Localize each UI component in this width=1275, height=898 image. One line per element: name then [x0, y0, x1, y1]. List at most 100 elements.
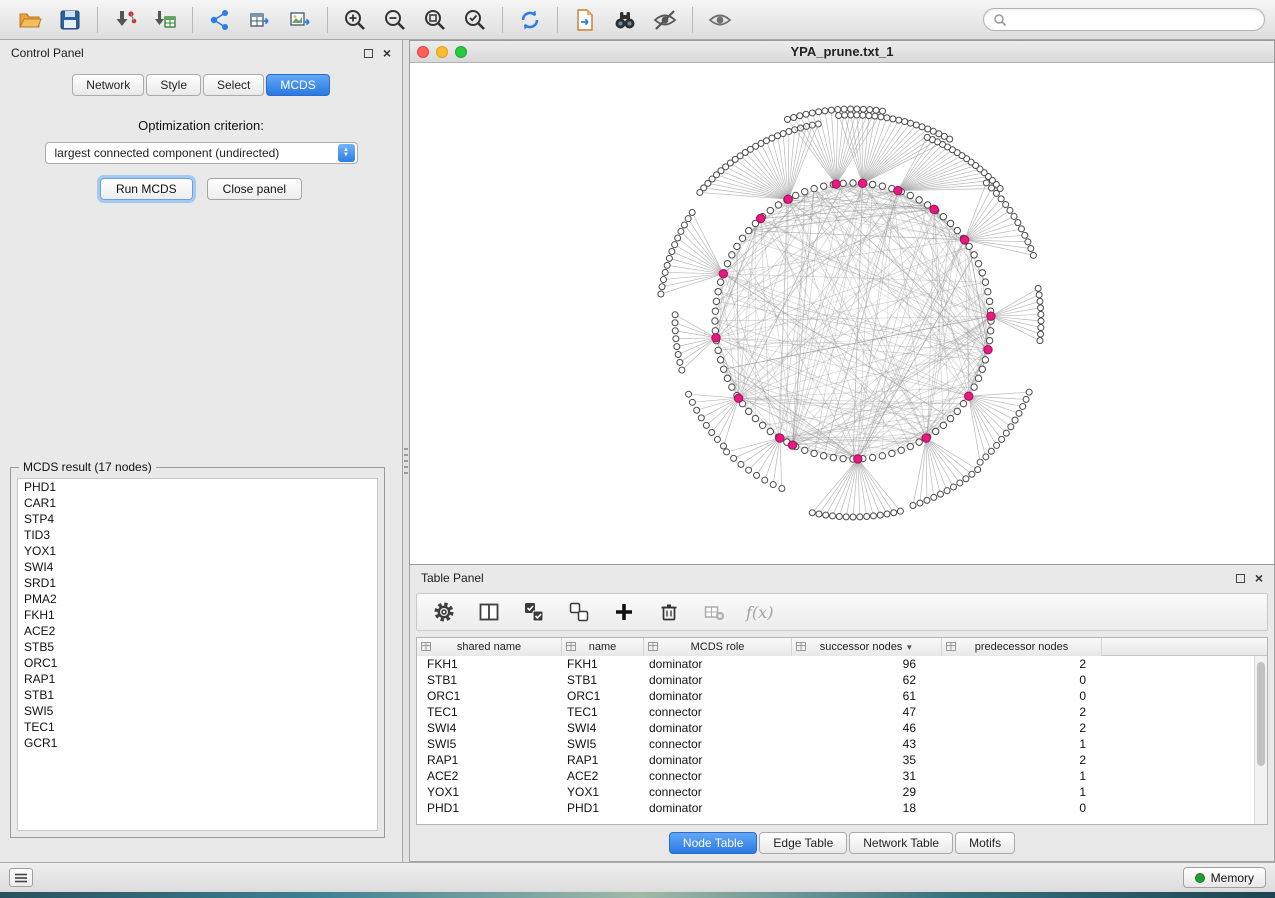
table-row[interactable]: PHD1PHD1dominator180: [417, 800, 1267, 816]
network-leaf-node[interactable]: [944, 488, 950, 494]
network-leaf-node[interactable]: [830, 513, 836, 519]
close-panel-button[interactable]: Close panel: [207, 178, 302, 200]
column-header-predecessor-nodes[interactable]: predecessor nodes: [942, 638, 1102, 656]
network-leaf-node[interactable]: [842, 112, 848, 118]
network-leaf-node[interactable]: [873, 107, 879, 113]
network-leaf-node[interactable]: [673, 336, 679, 342]
network-leaf-node[interactable]: [703, 422, 709, 428]
mcds-result-item[interactable]: STB1: [18, 687, 377, 703]
network-node[interactable]: [830, 454, 836, 460]
network-leaf-node[interactable]: [797, 113, 803, 119]
network-node[interactable]: [889, 450, 895, 456]
network-node[interactable]: [729, 384, 735, 390]
network-leaf-node[interactable]: [975, 467, 981, 473]
network-leaf-node[interactable]: [828, 107, 834, 113]
network-node[interactable]: [907, 192, 913, 198]
network-node[interactable]: [947, 415, 953, 421]
network-leaf-node[interactable]: [1018, 226, 1024, 232]
network-leaf-node[interactable]: [1035, 285, 1041, 291]
network-leaf-node[interactable]: [678, 228, 684, 234]
network-node[interactable]: [985, 288, 991, 294]
network-node[interactable]: [811, 185, 817, 191]
network-leaf-node[interactable]: [867, 107, 873, 113]
network-node[interactable]: [982, 357, 988, 363]
network-node[interactable]: [916, 197, 922, 203]
scrollbar-thumb[interactable]: [1257, 662, 1265, 766]
show-columns-button[interactable]: [476, 599, 502, 625]
network-node[interactable]: [724, 260, 730, 266]
network-leaf-node[interactable]: [672, 320, 678, 326]
mcds-result-item[interactable]: TEC1: [18, 719, 377, 735]
table-row[interactable]: FKH1FKH1dominator962: [417, 656, 1267, 672]
network-node[interactable]: [712, 318, 718, 324]
select-all-button[interactable]: [521, 599, 547, 625]
network-leaf-node[interactable]: [1003, 202, 1009, 208]
network-mcds-node[interactable]: [854, 455, 862, 463]
network-node[interactable]: [933, 428, 939, 434]
delete-column-button[interactable]: [656, 599, 682, 625]
close-panel-icon[interactable]: ×: [383, 48, 391, 58]
network-leaf-node[interactable]: [816, 511, 822, 517]
network-mcds-node[interactable]: [734, 394, 742, 402]
network-leaf-node[interactable]: [969, 471, 975, 477]
network-leaf-node[interactable]: [714, 436, 720, 442]
network-node[interactable]: [986, 337, 992, 343]
network-node[interactable]: [713, 298, 719, 304]
network-leaf-node[interactable]: [854, 106, 860, 112]
network-node[interactable]: [715, 288, 721, 294]
network-leaf-node[interactable]: [1026, 389, 1032, 395]
network-canvas[interactable]: [410, 63, 1274, 564]
network-leaf-node[interactable]: [917, 500, 923, 506]
network-node[interactable]: [840, 180, 846, 186]
tab-network[interactable]: Network: [72, 74, 144, 96]
network-node[interactable]: [869, 181, 875, 187]
search-network-button[interactable]: [605, 4, 645, 36]
network-node[interactable]: [712, 328, 718, 334]
network-leaf-node[interactable]: [877, 512, 883, 518]
network-node[interactable]: [820, 183, 826, 189]
network-mcds-node[interactable]: [788, 441, 796, 449]
network-node[interactable]: [802, 189, 808, 195]
network-mcds-node[interactable]: [987, 312, 995, 320]
network-leaf-node[interactable]: [872, 113, 878, 119]
network-leaf-node[interactable]: [931, 494, 937, 500]
tab-node-table[interactable]: Node Table: [669, 832, 758, 854]
network-mcds-node[interactable]: [784, 195, 792, 203]
network-mcds-node[interactable]: [960, 236, 968, 244]
network-mcds-node[interactable]: [756, 214, 764, 222]
network-leaf-node[interactable]: [754, 472, 760, 478]
network-leaf-node[interactable]: [1025, 239, 1031, 245]
refresh-network-button[interactable]: [510, 4, 550, 36]
network-leaf-node[interactable]: [836, 514, 842, 520]
network-node[interactable]: [802, 447, 808, 453]
network-node[interactable]: [979, 270, 985, 276]
zoom-in-button[interactable]: [335, 4, 375, 36]
network-leaf-node[interactable]: [669, 248, 675, 254]
network-leaf-node[interactable]: [658, 291, 664, 297]
network-leaf-node[interactable]: [1008, 424, 1014, 430]
network-node[interactable]: [746, 408, 752, 414]
zoom-fit-button[interactable]: [415, 4, 455, 36]
mcds-result-item[interactable]: CAR1: [18, 495, 377, 511]
network-node[interactable]: [940, 214, 946, 220]
network-leaf-node[interactable]: [809, 510, 815, 516]
network-leaf-node[interactable]: [988, 448, 994, 454]
network-leaf-node[interactable]: [1038, 318, 1044, 324]
network-leaf-node[interactable]: [841, 106, 847, 112]
network-node[interactable]: [924, 202, 930, 208]
network-leaf-node[interactable]: [1012, 417, 1018, 423]
network-leaf-node[interactable]: [950, 484, 956, 490]
network-leaf-node[interactable]: [1038, 331, 1044, 337]
column-header-name[interactable]: name: [562, 638, 644, 656]
memory-button[interactable]: Memory: [1183, 867, 1266, 888]
network-leaf-node[interactable]: [1020, 403, 1026, 409]
network-leaf-node[interactable]: [843, 514, 849, 520]
table-row[interactable]: SWI4SWI4dominator462: [417, 720, 1267, 736]
network-leaf-node[interactable]: [1038, 311, 1044, 317]
network-leaf-node[interactable]: [697, 189, 703, 195]
network-leaf-node[interactable]: [731, 455, 737, 461]
import-network-button[interactable]: [105, 4, 145, 36]
network-node[interactable]: [986, 298, 992, 304]
share-document-button[interactable]: [565, 4, 605, 36]
table-row[interactable]: SWI5SWI5connector431: [417, 736, 1267, 752]
